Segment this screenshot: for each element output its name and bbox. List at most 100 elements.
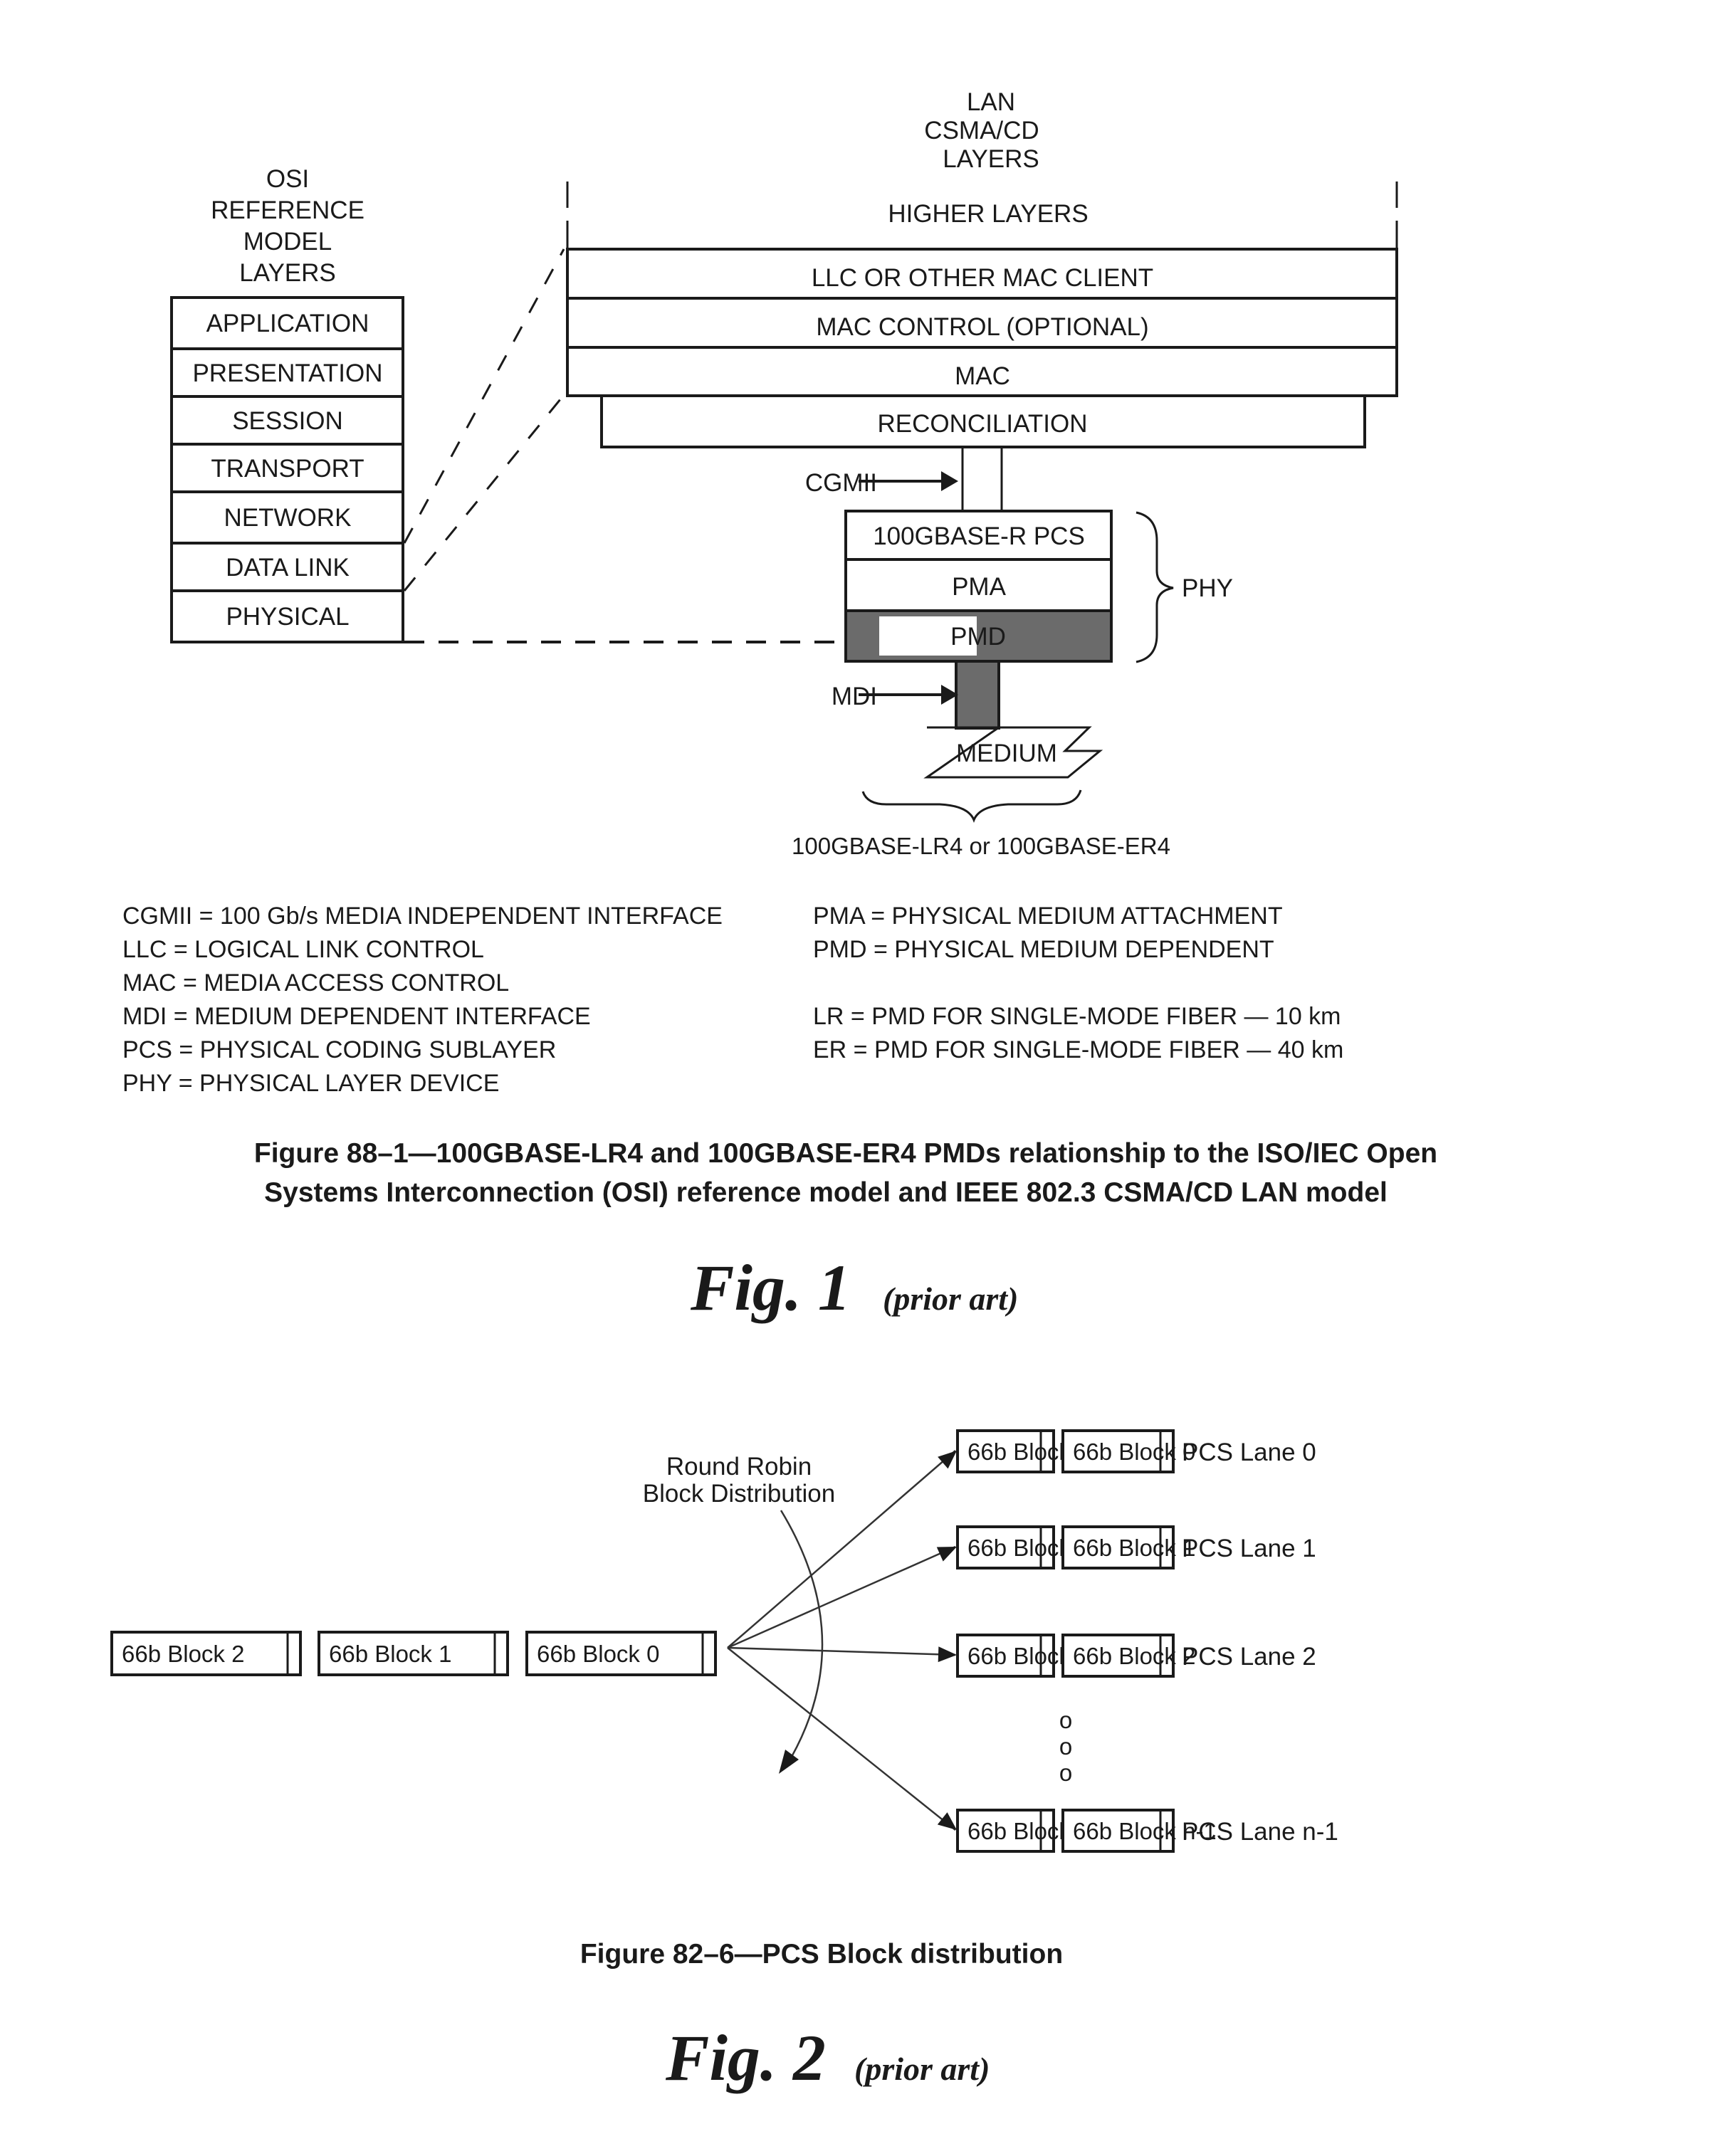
lan-heading: LAN CSMA/CD LAYERS	[924, 88, 1039, 173]
round-robin-arc-icon	[779, 1510, 824, 1774]
pcs-lane-label: PCS Lane n-1	[1182, 1818, 1338, 1846]
round-robin-label-line: Round Robin	[666, 1453, 812, 1481]
arrowhead-icon	[937, 1812, 957, 1830]
figure-canvas: OSI REFERENCE MODEL LAYERS APPLICATION P…	[110, 88, 1437, 2094]
lan-layer-label: LLC OR OTHER MAC CLIENT	[812, 264, 1153, 292]
block-label: 66b Block 2	[1073, 1643, 1195, 1669]
figure-1-caption: Figure 88–1—100GBASE-LR4 and 100GBASE-ER…	[254, 1138, 1437, 1208]
phy-block: 100GBASE-R PCS PMA PMD PHY	[844, 510, 1233, 663]
variant-label: 100GBASE-LR4 or 100GBASE-ER4	[792, 833, 1170, 859]
osi-layer-label: TRANSPORT	[211, 455, 364, 483]
lan-layer-stack: LLC OR OTHER MAC CLIENT MAC CONTROL (OPT…	[566, 248, 1398, 448]
cgmii-label: CGMII	[805, 469, 877, 497]
block-label: 66b Block 0	[1073, 1439, 1195, 1465]
variant-brace-icon	[861, 789, 1082, 824]
block-label: 66b Block 0	[537, 1641, 659, 1667]
pcs-lane: 66b Block n+166b Block 1PCS Lane 1	[956, 1525, 1316, 1569]
distribution-arrow	[727, 1647, 956, 1831]
mdi-interface: MDI	[832, 660, 1000, 730]
osi-layer-label: PRESENTATION	[192, 359, 382, 387]
round-robin-label-line: Block Distribution	[643, 1480, 835, 1508]
phy-layer-label: PMA	[952, 573, 1007, 601]
caption-line: Figure 88–1—100GBASE-LR4 and 100GBASE-ER…	[254, 1138, 1437, 1169]
mapping-line-lower	[403, 394, 565, 591]
abbreviation-item: PMD = PHYSICAL MEDIUM DEPENDENT	[813, 936, 1274, 963]
distribution-arrow	[727, 1646, 956, 1656]
lan-heading-line: LAYERS	[943, 145, 1039, 173]
lane-ellipsis: o o o	[1059, 1707, 1072, 1786]
figure-2-caption: Figure 82–6—PCS Block distribution	[580, 1939, 1063, 1970]
block-label: 66b Block 1	[1073, 1535, 1195, 1561]
osi-layer-label: APPLICATION	[206, 310, 369, 337]
osi-heading-line: OSI	[266, 165, 309, 193]
abbreviation-item: PHY = PHYSICAL LAYER DEVICE	[122, 1070, 499, 1097]
round-robin-label: Round Robin Block Distribution	[643, 1453, 835, 1508]
pcs-lane-label: PCS Lane 0	[1182, 1439, 1316, 1466]
figure-1: OSI REFERENCE MODEL LAYERS APPLICATION P…	[122, 88, 1437, 1324]
osi-layer-stack: APPLICATION PRESENTATION SESSION TRANSPO…	[170, 296, 404, 643]
osi-layer-label: DATA LINK	[226, 554, 350, 582]
cgmii-interface: CGMII	[805, 447, 1003, 511]
ellipsis-dot: o	[1059, 1733, 1072, 1760]
reconciliation-label: RECONCILIATION	[878, 410, 1088, 438]
block-label: 66b Block 2	[122, 1641, 244, 1667]
fig-note: (prior art)	[854, 2051, 990, 2087]
pcs-lane-label: PCS Lane 1	[1182, 1535, 1316, 1562]
medium-block: MEDIUM	[923, 726, 1103, 779]
osi-layer-label: SESSION	[232, 407, 343, 435]
patent-figure-sheet: OSI REFERENCE MODEL LAYERS APPLICATION P…	[0, 0, 1715, 2152]
lan-layer-label: MAC CONTROL (OPTIONAL)	[816, 313, 1148, 341]
pcs-lane: 66b Block n+266b Block 2PCS Lane 2	[956, 1634, 1316, 1678]
osi-heading-line: LAYERS	[239, 259, 336, 287]
lan-layer-label: MAC	[955, 362, 1010, 390]
pcs-lane: 66b Block n66b Block 0PCS Lane 0	[956, 1429, 1316, 1473]
osi-heading-line: REFERENCE	[211, 196, 364, 224]
lan-heading-line: CSMA/CD	[924, 117, 1039, 144]
input-block-stream: 66b Block 2 66b Block 1 66b Block 0	[110, 1631, 717, 1676]
phy-layer-label: PMD	[950, 623, 1006, 651]
osi-layer-label: PHYSICAL	[226, 603, 349, 631]
arrowhead-icon	[938, 1451, 957, 1469]
block-66b: 66b Block 0	[1061, 1429, 1195, 1473]
abbreviation-item: PMA = PHYSICAL MEDIUM ATTACHMENT	[813, 903, 1283, 930]
arrowhead-icon	[938, 1646, 957, 1663]
phy-layer-label: 100GBASE-R PCS	[873, 522, 1085, 550]
medium-label: MEDIUM	[956, 740, 1057, 767]
osi-heading-line: MODEL	[243, 228, 332, 256]
pcs-lanes: 66b Block n66b Block 0PCS Lane 066b Bloc…	[956, 1429, 1338, 1853]
phy-brace-icon	[1136, 511, 1174, 663]
mapping-line-upper	[403, 248, 565, 544]
pcs-lane-label: PCS Lane 2	[1182, 1643, 1316, 1671]
block-66b: 66b Block 2	[1061, 1634, 1195, 1678]
lan-heading-line: LAN	[967, 88, 1015, 116]
figure-2: Round Robin Block Distribution 66b Block…	[110, 1429, 1338, 2094]
abbreviation-list: CGMII = 100 Gb/s MEDIA INDEPENDENT INTER…	[122, 903, 1343, 1097]
ellipsis-dot: o	[1059, 1707, 1072, 1733]
abbreviation-item: LLC = LOGICAL LINK CONTROL	[122, 936, 484, 963]
abbreviation-item: CGMII = 100 Gb/s MEDIA INDEPENDENT INTER…	[122, 903, 723, 930]
pcs-lane: 66b Block 2n-166b Block n-1PCS Lane n-1	[956, 1809, 1338, 1853]
distribution-arrow	[727, 1545, 956, 1649]
abbreviation-item: ER = PMD FOR SINGLE-MODE FIBER — 40 km	[813, 1036, 1343, 1063]
block-66b: 66b Block 1	[318, 1631, 509, 1676]
lan-higher-layers: HIGHER LAYERS	[566, 182, 1398, 249]
fig-number: Fig. 1	[690, 1251, 851, 1324]
fig-number: Fig. 2	[665, 2021, 826, 2094]
abbreviation-item: LR = PMD FOR SINGLE-MODE FIBER — 10 km	[813, 1003, 1341, 1030]
mdi-bus	[955, 660, 1000, 730]
block-66b: 66b Block 0	[525, 1631, 717, 1676]
abbreviation-item: MAC = MEDIA ACCESS CONTROL	[122, 969, 509, 997]
osi-heading: OSI REFERENCE MODEL LAYERS	[211, 165, 364, 287]
block-66b: 66b Block 1	[1061, 1525, 1195, 1569]
figure-2-label: Fig. 2 (prior art)	[665, 2021, 990, 2094]
block-66b: 66b Block 2	[110, 1631, 302, 1676]
mdi-label: MDI	[832, 683, 877, 710]
osi-layer-label: NETWORK	[224, 504, 352, 532]
ellipsis-dot: o	[1059, 1760, 1072, 1786]
caption-line: Systems Interconnection (OSI) reference …	[264, 1177, 1388, 1208]
phy-label: PHY	[1182, 574, 1233, 602]
higher-layers-label: HIGHER LAYERS	[888, 200, 1088, 228]
fig-note: (prior art)	[883, 1281, 1018, 1317]
block-label: 66b Block 1	[329, 1641, 451, 1667]
abbreviation-item: MDI = MEDIUM DEPENDENT INTERFACE	[122, 1003, 591, 1030]
